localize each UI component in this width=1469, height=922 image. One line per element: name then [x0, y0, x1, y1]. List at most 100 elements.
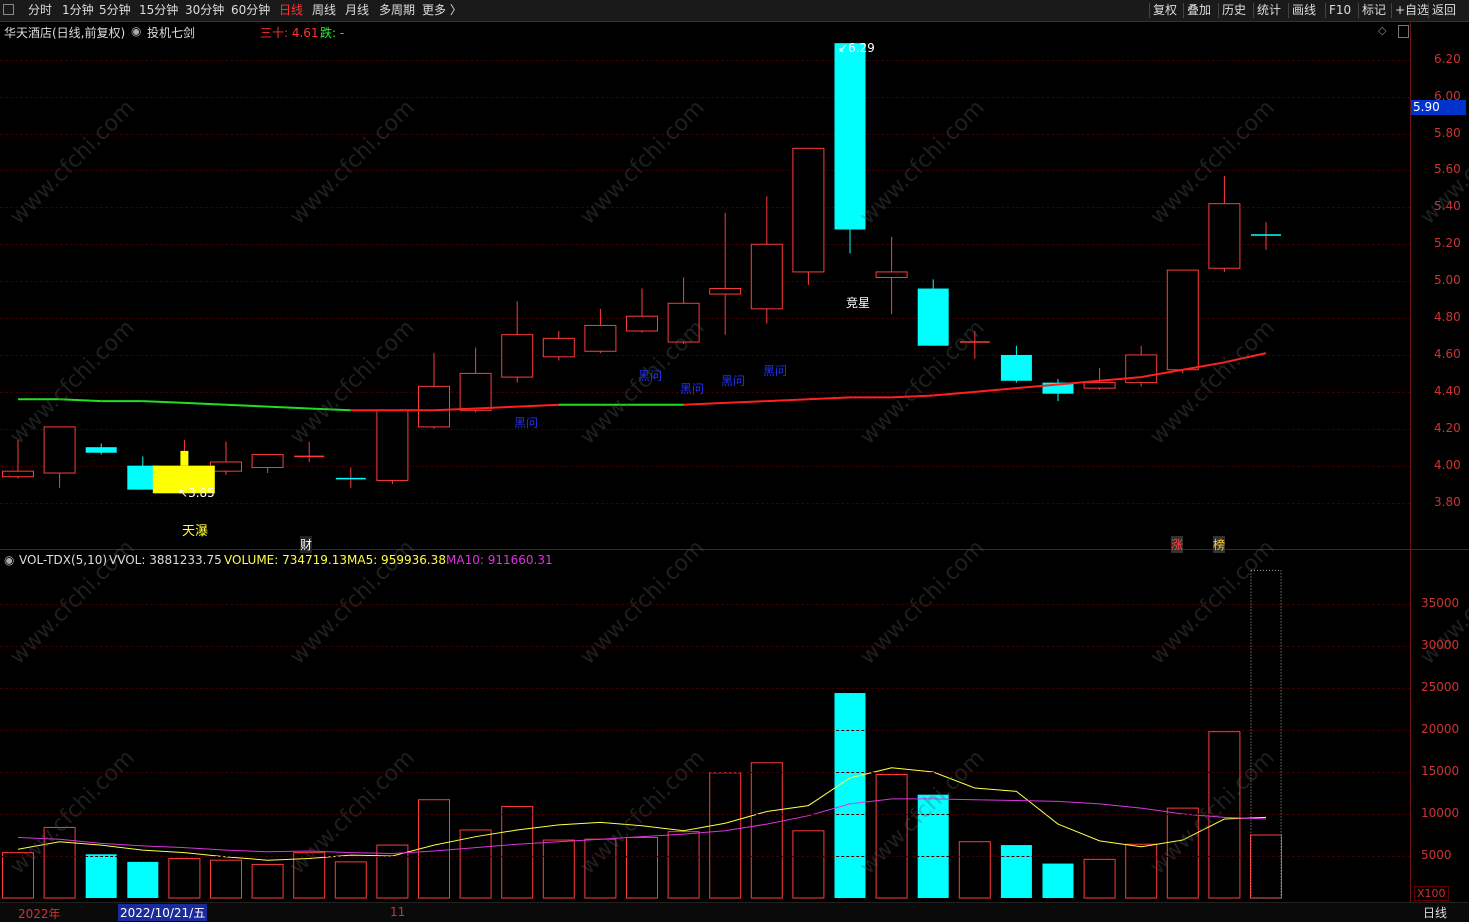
- ma30-segment: [683, 401, 726, 406]
- tianbao-signal[interactable]: 天瀑: [182, 520, 208, 539]
- volume-bar-up: [1166, 807, 1199, 899]
- volume-tick-15000: 15000: [1421, 764, 1460, 778]
- high-price-label: ↙6.29: [838, 41, 875, 55]
- volume-tick-25000: 25000: [1421, 680, 1460, 694]
- high-price-value: 6.29: [848, 41, 875, 55]
- candle-down: [834, 43, 866, 230]
- dragon-tiger-marker[interactable]: 榜: [1213, 536, 1226, 553]
- volume-bar-up: [792, 830, 825, 899]
- candle-up: [709, 288, 742, 295]
- candle-up: [251, 454, 284, 468]
- volume-gridline: [0, 730, 1410, 731]
- period-indicator[interactable]: 日线: [1423, 904, 1447, 921]
- volume-bar-up: [501, 805, 534, 899]
- volume-bar-up: [709, 772, 742, 899]
- volume-bar-up: [875, 774, 908, 899]
- candle-up: [1166, 269, 1199, 371]
- kline-chart[interactable]: [0, 0, 1469, 921]
- volume-bar-up: [43, 826, 76, 899]
- volume-bar-up: [1083, 858, 1116, 899]
- ma30-segment: [184, 401, 227, 406]
- volume-value: VOLUME: 734719.13: [224, 553, 347, 567]
- volume-bar-up: [168, 858, 201, 899]
- heiwen-signal-4[interactable]: 黑问: [721, 372, 745, 389]
- volume-bar-up: [584, 838, 617, 899]
- volume-bar-up: [667, 831, 700, 899]
- low-price-value: 3.85: [188, 486, 215, 500]
- ma30-segment: [891, 394, 934, 399]
- vvol-value: VVOL: 3881233.75: [109, 553, 222, 567]
- candle-up: [1083, 382, 1116, 389]
- candle-down: [85, 447, 117, 453]
- candle-up: [2, 470, 34, 478]
- volume-tick-20000: 20000: [1421, 722, 1460, 736]
- volume-bar-up: [958, 841, 991, 899]
- volume-bar-up: [1250, 834, 1282, 899]
- heiwen-signal-2[interactable]: 黑问: [638, 367, 662, 384]
- ma30-segment: [142, 400, 185, 404]
- jingxing-signal[interactable]: 竞星: [846, 294, 870, 311]
- ma30-segment: [517, 403, 559, 408]
- volume-bar-up: [626, 837, 658, 899]
- candle-up: [667, 302, 700, 343]
- volume-bar-down: [834, 693, 866, 898]
- candle-up: [501, 334, 534, 378]
- ma30-segment: [974, 387, 1017, 393]
- selected-date[interactable]: 2022/10/21/五: [118, 904, 208, 921]
- volume-indicator-name[interactable]: VOL-TDX(5,10): [19, 553, 107, 567]
- candle-up: [875, 271, 908, 278]
- ma30-segment: [309, 407, 351, 412]
- volume-gridline: [0, 772, 1410, 773]
- heiwen-signal-5[interactable]: 黑问: [763, 362, 787, 379]
- candle-up: [626, 315, 658, 332]
- volume-unit: X100: [1414, 886, 1449, 901]
- volume-gridline: [0, 646, 1410, 647]
- volume-bar-down: [85, 854, 117, 898]
- low-price-label: ↖3.85: [178, 486, 215, 500]
- volume-bar-down: [1000, 845, 1032, 898]
- finance-marker[interactable]: 财: [300, 536, 313, 553]
- volume-bar-up: [334, 861, 367, 899]
- heiwen-signal-1[interactable]: 黑问: [514, 414, 538, 431]
- volume-bar-up: [1125, 843, 1158, 899]
- ma10-value: MA10: 911660.31: [446, 553, 553, 567]
- volume-bar-up: [459, 829, 492, 899]
- ma30-segment: [1224, 352, 1267, 364]
- candle-down: [917, 288, 949, 346]
- volume-bar-up: [542, 839, 575, 899]
- year-label: 2022年: [18, 907, 61, 921]
- volume-gridline: [0, 856, 1410, 857]
- volume-bar-down: [917, 794, 949, 898]
- candle-up: [792, 147, 825, 273]
- limit-up-marker[interactable]: 涨: [1171, 536, 1184, 553]
- candle-up: [418, 385, 450, 428]
- candle-up: [459, 372, 492, 411]
- volume-bar-up: [210, 859, 242, 899]
- candle-up: [376, 409, 409, 481]
- heiwen-signal-3[interactable]: 黑问: [680, 380, 704, 397]
- ma30-segment: [59, 398, 102, 403]
- ma30-segment: [933, 390, 975, 397]
- volume-tick-30000: 30000: [1421, 638, 1460, 652]
- volume-toggle-icon[interactable]: ◉: [4, 553, 14, 567]
- volume-tick-35000: 35000: [1421, 596, 1460, 610]
- volume-bar-down: [1042, 863, 1074, 898]
- volume-bar-down: [127, 861, 159, 898]
- candle-up: [750, 243, 783, 310]
- ma30-segment: [225, 403, 268, 408]
- volume-tick-5000: 5000: [1421, 848, 1452, 862]
- candle-up: [584, 324, 617, 352]
- ma30-segment: [267, 405, 310, 410]
- candle-up: [43, 426, 76, 474]
- volume-gridline: [0, 688, 1410, 689]
- ma30-segment: [766, 398, 809, 403]
- date-axis-bar: 2022年 2022/10/21/五 11 日线: [0, 902, 1469, 922]
- volume-bar-up: [2, 852, 34, 899]
- ma5-value: MA5: 959936.38: [347, 553, 446, 567]
- candle-up: [210, 461, 242, 472]
- tianbao-block-top: [180, 450, 189, 466]
- ma30-segment: [808, 396, 851, 401]
- month-label: 11: [390, 905, 406, 919]
- volume-bar-up: [750, 762, 783, 899]
- volume-bar-up: [251, 863, 284, 899]
